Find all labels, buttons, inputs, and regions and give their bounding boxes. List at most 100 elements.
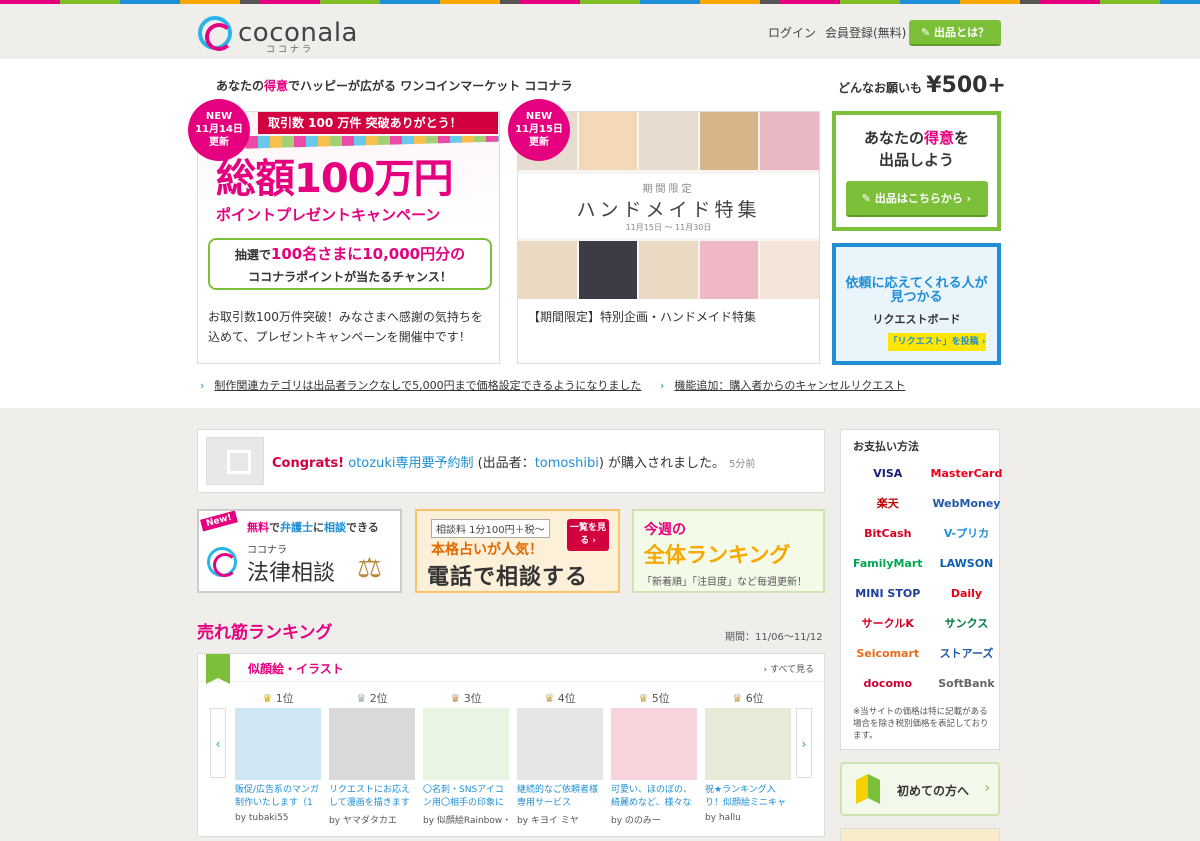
campaign-description: お取引数100万件突破！みなさまへ感謝の気持ちを込めて、プレゼントキャンペーンを… bbox=[208, 310, 483, 344]
item-title[interactable]: 可愛い、ほのぼの、綺麗めなど、様々な雰囲 bbox=[611, 784, 697, 810]
payment-logo: Seicomart bbox=[856, 646, 920, 660]
item-thumbnail[interactable] bbox=[235, 708, 321, 780]
rank-label: ♛ 4位 bbox=[517, 690, 603, 706]
ranking-items: ♛ 1位販促/広告系のマンガ制作いたします（1ペ by tubaki55 ♛ 2位リ… bbox=[235, 690, 791, 826]
payment-logo: BitCash bbox=[864, 526, 912, 540]
limited-label: 期間限定 bbox=[642, 184, 695, 195]
badge-date: 11月14日 bbox=[195, 124, 243, 135]
prev-arrow-icon[interactable]: ‹ bbox=[210, 708, 226, 778]
legal-brand: ココナラ bbox=[247, 545, 287, 556]
register-link[interactable]: 会員登録(無料) bbox=[825, 24, 906, 41]
crown-icon: ♛ bbox=[638, 692, 649, 705]
hero-section: あなたの得意でハッピーが広がる ワンコインマーケット ココナラ どんなお願いも … bbox=[0, 59, 1200, 408]
item-seller: by tubaki55 bbox=[235, 813, 289, 823]
lottery-line-2: ココナラポイントが当たるチャンス！ bbox=[248, 270, 452, 284]
login-link[interactable]: ログイン bbox=[768, 24, 816, 41]
rank-number: 4位 bbox=[557, 692, 576, 705]
price-value: ¥500+ bbox=[926, 73, 1006, 98]
ranking-header: 似顔絵・イラスト › すべて見る bbox=[198, 654, 824, 684]
ranking-period: 期間：11/06〜11/12 bbox=[725, 632, 823, 643]
phone-fee: 相談料 1分100円＋税〜 bbox=[431, 519, 550, 538]
legal-consult: 相談 bbox=[324, 521, 346, 534]
legal-de: で bbox=[269, 521, 280, 534]
item-thumbnail[interactable] bbox=[329, 708, 415, 780]
first-time-guide-button[interactable]: 初めての方へ › bbox=[840, 762, 1000, 816]
item-seller: by hallu bbox=[705, 813, 741, 823]
item-title[interactable]: リクエストにお応えして漫画を描きます【ダ bbox=[329, 784, 415, 810]
payment-logo: Daily bbox=[950, 586, 983, 600]
legal-can: できる bbox=[346, 521, 379, 534]
badge-updated: 更新 bbox=[209, 137, 229, 148]
what-is-selling-button[interactable]: ✎ 出品とは？ bbox=[909, 20, 1001, 46]
sell-here-button[interactable]: ✎ 出品はこちらから › bbox=[845, 181, 988, 217]
sell-text-pre: あなたの bbox=[863, 129, 924, 147]
ranking-item[interactable]: ♛ 2位リクエストにお応えして漫画を描きます【ダ by ヤマダタカエ bbox=[329, 690, 415, 826]
lottery-line-1: 抽選で100名さまに10,000円分の bbox=[210, 243, 490, 266]
item-title[interactable]: 販促/広告系のマンガ制作いたします（1ペ bbox=[235, 784, 321, 810]
payment-logo: ストアーズ bbox=[939, 647, 994, 660]
seller-link[interactable]: tomoshibi bbox=[535, 456, 599, 471]
item-title[interactable]: 祝★ランキング入り！似顔絵ミニキャラ(約 bbox=[705, 784, 791, 810]
tagline-emphasis: 得意 bbox=[264, 79, 289, 93]
sell-text-post: を bbox=[954, 129, 970, 147]
bestseller-ranking-title: 売れ筋ランキング bbox=[197, 623, 333, 643]
item-thumbnail[interactable] bbox=[611, 708, 697, 780]
weekly-ranking-banner[interactable]: 今週の 全体ランキング 「新着順」「注目度」など毎週更新！ bbox=[632, 509, 825, 593]
crown-icon: ♛ bbox=[544, 692, 555, 705]
item-seller: by ヤマダタカエ bbox=[329, 816, 397, 826]
phone-see-list-button[interactable]: 一覧を見る › bbox=[567, 519, 609, 551]
price-label: どんなお願いも ¥500+ bbox=[838, 73, 1006, 98]
handmade-dates: 11月15日 〜 11月30日 bbox=[625, 223, 712, 232]
purchased-service-link[interactable]: otozuki専用要予約制 bbox=[348, 456, 473, 471]
legal-lawyer: 弁護士 bbox=[280, 521, 313, 534]
scales-icon: ⚖ bbox=[357, 551, 383, 584]
ranking-item[interactable]: ♛ 3位〇名刺・SNSアイコン用〇相手の印象に残 by 似顔絵Rainbow・ bbox=[423, 690, 509, 826]
sell-promo-box: あなたの得意を 出品しよう ✎ 出品はこちらから › bbox=[832, 111, 1001, 231]
new-badge-2: NEW 11月15日 更新 bbox=[508, 99, 570, 161]
ranking-item[interactable]: ♛ 5位可愛い、ほのぼの、綺麗めなど、様々な雰囲 by ののみー bbox=[611, 690, 697, 826]
badge-date: 11月15日 bbox=[515, 124, 563, 135]
request-line-1: 依頼に応えてくれる人が bbox=[845, 276, 988, 291]
new-tag: New! bbox=[200, 510, 239, 532]
news-link-2[interactable]: 機能追加：購入者からのキャンセルリクエスト bbox=[660, 377, 905, 393]
handmade-title: ハンドメイド特集 bbox=[576, 199, 761, 221]
request-board-banner[interactable]: 依頼に応えてくれる人が 見つかる リクエストボード 「リクエスト」を投稿 › bbox=[832, 243, 1001, 365]
ranking-item[interactable]: ♛ 6位祝★ランキング入り！似顔絵ミニキャラ(約 by hallu bbox=[705, 690, 791, 826]
next-arrow-icon[interactable]: › bbox=[796, 708, 812, 778]
item-thumbnail[interactable] bbox=[705, 708, 791, 780]
notification-time: 5分前 bbox=[729, 459, 756, 470]
legal-consultation-banner[interactable]: New! 無料で弁護士に相談できる ココナラ 法律相談 ⚖ bbox=[197, 509, 402, 593]
item-title[interactable]: 〇名刺・SNSアイコン用〇相手の印象に残 bbox=[423, 784, 509, 810]
legal-top-text: 無料で弁護士に相談できる bbox=[247, 519, 379, 535]
beginner-mark-icon bbox=[856, 774, 880, 804]
crown-icon: ♛ bbox=[450, 692, 461, 705]
payment-logo: MINI STOP bbox=[855, 586, 921, 600]
news-link-1[interactable]: 制作関連カテゴリは出品者ランクなしで5,000円まで価格設定できるようになりまし… bbox=[200, 377, 641, 393]
legal-title: 法律相談 bbox=[247, 561, 336, 586]
logo-subtitle: ココナラ bbox=[266, 45, 315, 55]
item-thumbnail[interactable] bbox=[517, 708, 603, 780]
ranking-category: 似顔絵・イラスト bbox=[248, 662, 344, 676]
post-request-button[interactable]: 「リクエスト」を投稿 › bbox=[888, 333, 986, 351]
ranking-item[interactable]: ♛ 1位販促/広告系のマンガ制作いたします（1ペ by tubaki55 bbox=[235, 690, 321, 826]
payment-logo: LAWSON bbox=[939, 556, 994, 570]
gift-placeholder-icon bbox=[206, 437, 264, 485]
congrats-label: Congrats! bbox=[272, 456, 345, 471]
rank-number: 2位 bbox=[369, 692, 388, 705]
phone-popular-text: 本格占いが人気！ bbox=[431, 542, 543, 558]
item-title[interactable]: 継続的なご依頼者様専用サービス bbox=[517, 784, 603, 810]
first-time-label: 初めての方へ bbox=[897, 784, 970, 798]
item-thumbnail[interactable] bbox=[423, 708, 509, 780]
phone-consultation-banner[interactable]: 相談料 1分100円＋税〜 一覧を見る › 本格占いが人気！ 電話で相談する bbox=[415, 509, 620, 593]
notification-text: Congrats! otozuki専用要予約制 (出品者：tomoshibi) … bbox=[272, 452, 755, 471]
payment-logo: 楽天 bbox=[876, 497, 899, 510]
tagline-pre: あなたの bbox=[216, 79, 265, 93]
ranking-item[interactable]: ♛ 4位 継続的なご依頼者様専用サービス by キヨイ ミヤ bbox=[517, 690, 603, 826]
rank-number: 6位 bbox=[745, 692, 764, 705]
payment-logo: docomo bbox=[863, 676, 913, 690]
rank-label: ♛ 3位 bbox=[423, 690, 509, 706]
chevron-right-icon: › bbox=[984, 780, 990, 796]
payment-logos: VISA MasterCard 楽天 WebMoney BitCash V-プリカ Fami… bbox=[853, 462, 1002, 694]
see-all-link[interactable]: › すべて見る bbox=[764, 662, 814, 675]
badge-new: NEW bbox=[205, 111, 233, 122]
